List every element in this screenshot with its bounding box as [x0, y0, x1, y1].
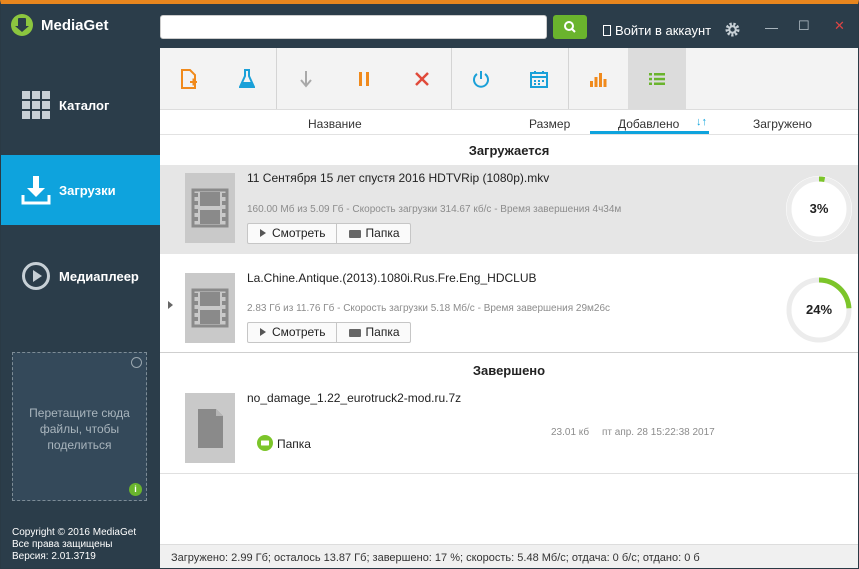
close-button[interactable]: ✕	[834, 18, 845, 34]
progress-percent: 3%	[809, 201, 829, 216]
file-name: no_damage_1.22_eurotruck2-mod.ru.7z	[247, 391, 462, 405]
chart-icon	[590, 72, 607, 87]
file-progress-info: 160.00 Мб из 5.09 Гб - Скорость загрузки…	[247, 204, 622, 215]
open-folder-button[interactable]: Папка	[335, 224, 410, 243]
sidebar-item-catalog[interactable]: Каталог	[1, 70, 160, 140]
completion-date: пт апр. 28 15:22:38 2017	[602, 427, 715, 438]
minimize-button[interactable]: —	[765, 20, 778, 35]
film-icon	[191, 188, 229, 228]
sort-arrows-icon[interactable]: ↓↑	[696, 116, 707, 128]
grid-icon	[22, 91, 50, 119]
folder-label: Папка	[277, 437, 311, 451]
open-folder-button[interactable]: Папка	[335, 323, 410, 342]
status-bar: Загружено: 2.99 Гб; осталось 13.87 Гб; з…	[160, 544, 858, 568]
progress-ring: 24%	[784, 275, 854, 345]
title-bar: MediaGet Войти в аккаунт — ☐ ✕	[1, 4, 858, 48]
pause-icon	[359, 71, 369, 86]
column-header: Название Размер Добавлено ↓↑ Загружено	[160, 110, 858, 135]
maximize-button[interactable]: ☐	[798, 18, 810, 34]
document-icon	[198, 409, 223, 448]
file-actions: Смотреть Папка	[247, 223, 411, 244]
file-actions: Смотреть Папка	[247, 322, 411, 343]
folder-label: Папка	[365, 325, 400, 339]
watch-button[interactable]: Смотреть	[248, 323, 336, 342]
copyright-line: Copyright © 2016 MediaGet	[12, 527, 137, 538]
mediaget-logo-icon	[11, 14, 33, 36]
video-file-thumbnail	[185, 173, 235, 243]
folder-icon	[348, 329, 361, 337]
add-torrent-button[interactable]	[160, 48, 218, 109]
app-window: MediaGet Войти в аккаунт — ☐ ✕ Каталог З…	[0, 0, 859, 569]
sidebar-item-downloads[interactable]: Загрузки	[1, 155, 160, 225]
list-icon	[649, 72, 665, 85]
download-arrow-icon	[300, 70, 312, 88]
search-icon	[564, 21, 576, 33]
info-icon[interactable]: i	[129, 483, 142, 496]
search-input[interactable]	[160, 15, 547, 39]
sidebar-item-label: Медиаплеер	[59, 269, 139, 284]
shutdown-button[interactable]	[452, 48, 510, 109]
door-icon	[603, 25, 611, 36]
watch-label: Смотреть	[272, 226, 326, 240]
search-button[interactable]	[553, 15, 587, 39]
login-link[interactable]: Войти в аккаунт	[603, 23, 711, 38]
download-icon	[21, 176, 51, 205]
share-dropzone[interactable]: Перетащите сюда файлы, чтобы поделиться …	[12, 352, 147, 501]
folder-open-icon	[257, 435, 273, 451]
file-name: 11 Сентября 15 лет спустя 2016 HDTVRip (…	[247, 171, 550, 185]
film-icon	[191, 288, 229, 328]
video-file-thumbnail	[185, 273, 235, 343]
calendar-icon	[530, 70, 548, 88]
download-row[interactable]: 11 Сентября 15 лет спустя 2016 HDTVRip (…	[160, 165, 858, 254]
completed-row[interactable]: no_damage_1.22_eurotruck2-mod.ru.7z Папк…	[160, 384, 858, 474]
open-folder-button[interactable]: Папка	[257, 435, 311, 451]
flask-icon	[239, 68, 255, 88]
download-row[interactable]: La.Chine.Antique.(2013).1080i.Rus.Fre.En…	[160, 255, 858, 353]
login-label: Войти в аккаунт	[615, 23, 712, 38]
play-icon	[260, 229, 266, 237]
version-line: Версия: 2.01.3719	[12, 551, 96, 562]
column-downloaded[interactable]: Загружено	[753, 117, 812, 131]
archive-file-thumbnail	[185, 393, 235, 463]
sort-indicator	[590, 131, 709, 134]
section-completed: Завершено	[472, 363, 546, 378]
play-icon	[260, 328, 266, 336]
folder-icon	[348, 230, 361, 238]
copyright-info: Copyright © 2016 MediaGet Все права защи…	[12, 527, 136, 563]
folder-label: Папка	[365, 226, 400, 240]
file-size: 23.01 кб	[551, 427, 590, 438]
progress-percent: 24%	[805, 302, 833, 317]
sidebar: Каталог Загрузки Медиаплеер Перетащите с…	[1, 48, 160, 568]
list-view-button[interactable]	[628, 48, 686, 109]
power-icon	[473, 70, 489, 88]
sidebar-item-label: Каталог	[59, 98, 110, 113]
delete-button[interactable]	[393, 48, 451, 109]
column-size[interactable]: Размер	[529, 117, 570, 131]
section-downloading: Загружается	[468, 143, 550, 158]
column-added[interactable]: Добавлено	[618, 117, 679, 131]
delete-icon	[415, 71, 429, 86]
add-torrent-icon	[181, 68, 197, 89]
gear-icon[interactable]	[724, 21, 741, 38]
expand-arrow-icon[interactable]	[168, 301, 173, 309]
watch-label: Смотреть	[272, 325, 326, 339]
progress-ring: 3%	[784, 174, 854, 244]
file-name: La.Chine.Antique.(2013).1080i.Rus.Fre.En…	[247, 271, 537, 285]
watch-button[interactable]: Смотреть	[248, 224, 336, 243]
pause-button[interactable]	[335, 48, 393, 109]
lab-button[interactable]	[218, 48, 276, 109]
speed-stats-button[interactable]	[569, 48, 627, 109]
toolbar	[160, 48, 858, 110]
app-title: MediaGet	[41, 17, 109, 34]
scheduler-button[interactable]	[510, 48, 568, 109]
start-download-button[interactable]	[277, 48, 335, 109]
sidebar-item-mediaplayer[interactable]: Медиаплеер	[1, 241, 160, 311]
sidebar-item-label: Загрузки	[59, 183, 116, 198]
play-circle-icon	[22, 262, 50, 290]
rights-line: Все права защищены	[12, 539, 113, 550]
file-progress-info: 2.83 Гб из 11.76 Гб - Скорость загрузки …	[247, 303, 611, 314]
dropzone-text: Перетащите сюда файлы, чтобы поделиться	[29, 406, 130, 452]
clock-icon	[131, 357, 142, 368]
column-name[interactable]: Название	[308, 117, 362, 131]
